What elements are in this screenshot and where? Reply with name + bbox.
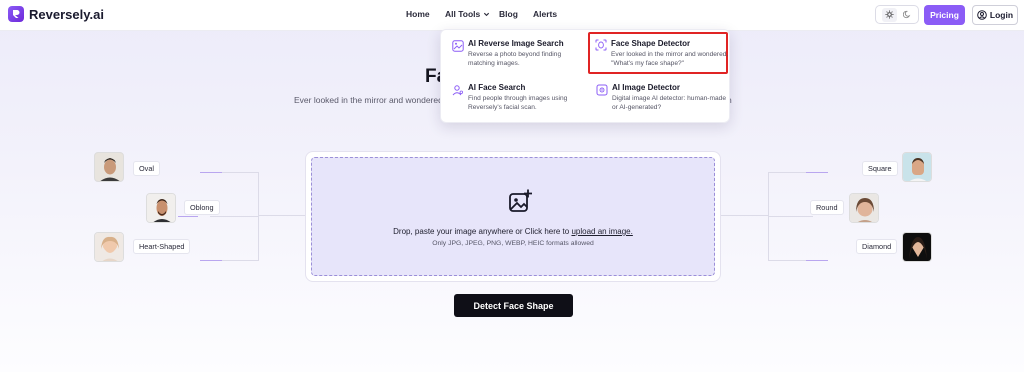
connector-line — [768, 216, 813, 217]
nav-alerts[interactable]: Alerts — [533, 9, 557, 19]
page-subtitle: Ever looked in the mirror and wondered — [294, 95, 443, 105]
image-search-icon — [452, 40, 464, 52]
login-button[interactable]: Login — [972, 5, 1018, 25]
face-shape-label-square: Square — [862, 161, 898, 176]
avatar-oblong — [146, 193, 176, 223]
dropdown-item-ai-image-detector[interactable]: AI Image Detector Digital image AI detec… — [591, 80, 727, 122]
dropdown-item-desc: Ever looked in the mirror and wondered, … — [611, 51, 729, 67]
dropdown-item-face-shape-detector[interactable]: Face Shape Detector Ever looked in the m… — [588, 32, 728, 74]
dropdown-item-desc: Find people through images using Reverse… — [468, 95, 568, 111]
face-shape-label-diamond: Diamond — [856, 239, 898, 254]
dropdown-item-title: AI Face Search — [468, 83, 526, 92]
face-shape-label-round: Round — [810, 200, 844, 215]
moon-icon[interactable] — [902, 6, 912, 24]
connector-accent — [178, 216, 198, 217]
login-label: Login — [989, 10, 1014, 20]
upload-card: Drop, paste your image anywhere or Click… — [305, 151, 721, 282]
add-image-icon — [509, 189, 532, 212]
pricing-button[interactable]: Pricing — [924, 5, 965, 25]
avatar-square — [902, 152, 932, 182]
face-shape-label-oval: Oval — [133, 161, 161, 176]
theme-toggle[interactable] — [875, 5, 919, 24]
nav-home[interactable]: Home — [406, 9, 430, 19]
upload-dropzone[interactable]: Drop, paste your image anywhere or Click… — [311, 157, 715, 276]
detect-face-shape-button[interactable]: Detect Face Shape — [454, 294, 573, 317]
upload-formats-note: Only JPG, JPEG, PNG, WEBP, HEIC formats … — [432, 240, 594, 247]
top-nav-bar: Reversely.ai Home All Tools Blog Alerts … — [0, 0, 1024, 31]
nav-all-tools[interactable]: All Tools — [445, 9, 490, 19]
user-icon — [977, 10, 987, 20]
logo[interactable]: Reversely.ai — [8, 6, 104, 22]
face-shape-label-oblong: Oblong — [184, 200, 220, 215]
face-scan-icon — [595, 39, 607, 51]
logo-icon — [8, 6, 24, 22]
sun-icon[interactable] — [882, 7, 897, 22]
dropdown-item-desc: Reverse a photo beyond finding matching … — [468, 51, 562, 67]
connector-line — [258, 215, 306, 216]
dropdown-item-ai-face-search[interactable]: AI Face Search Find people through image… — [447, 80, 583, 122]
dropdown-item-ai-reverse-image-search[interactable]: AI Reverse Image Search Reverse a photo … — [447, 36, 583, 78]
upload-link[interactable]: upload an image. — [571, 227, 632, 236]
face-shape-label-heart-shaped: Heart-Shaped — [133, 239, 191, 254]
dropdown-item-title: Face Shape Detector — [611, 39, 691, 48]
image-detect-icon — [596, 84, 608, 96]
face-search-icon — [452, 85, 463, 96]
chevron-down-icon — [484, 12, 490, 16]
nav-all-tools-label: All Tools — [445, 9, 481, 19]
upload-prompt: Drop, paste your image anywhere or Click… — [312, 227, 714, 236]
connector-line — [210, 216, 258, 217]
connector-accent — [806, 260, 828, 261]
dropdown-item-desc: Digital image AI detector: human-made or… — [612, 95, 726, 111]
connector-accent — [200, 172, 222, 173]
avatar-oval — [94, 152, 124, 182]
avatar-round — [849, 193, 879, 223]
connector-accent — [200, 260, 222, 261]
nav-blog[interactable]: Blog — [499, 9, 518, 19]
connector-line — [720, 215, 768, 216]
upload-prompt-text: Drop, paste your image anywhere or Click… — [393, 227, 572, 236]
avatar-heart-shaped — [94, 232, 124, 262]
avatar-diamond — [902, 232, 932, 262]
dropdown-item-title: AI Image Detector — [612, 83, 681, 92]
logo-text: Reversely.ai — [29, 6, 104, 22]
connector-accent — [806, 172, 828, 173]
dropdown-item-title: AI Reverse Image Search — [468, 39, 564, 48]
connector-line — [258, 172, 259, 261]
all-tools-dropdown: AI Reverse Image Search Reverse a photo … — [440, 29, 730, 123]
